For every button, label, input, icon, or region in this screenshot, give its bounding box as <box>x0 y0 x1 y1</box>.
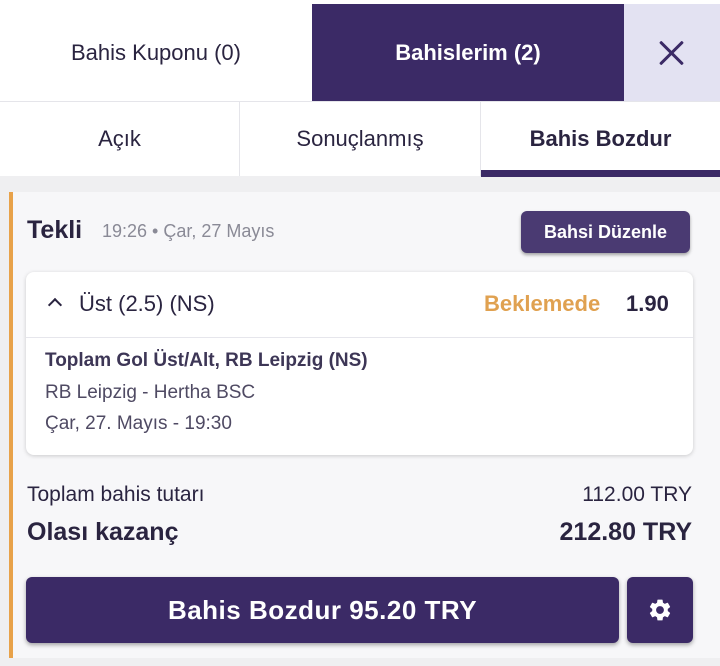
potential-win-value: 212.80 TRY <box>559 518 692 546</box>
bet-selection: Üst (2.5) (NS) Beklemede 1.90 Toplam Gol… <box>26 272 693 455</box>
status-badge: Beklemede <box>484 291 601 316</box>
tab-my-bets[interactable]: Bahislerim (2) <box>312 4 624 101</box>
bet-type: Tekli <box>27 216 83 244</box>
top-tab-bar: Bahis Kuponu (0) Bahislerim (2) <box>0 0 720 101</box>
close-icon <box>658 39 686 67</box>
selection-name: Üst (2.5) (NS) <box>79 291 215 316</box>
selection-match: RB Leipzig - Hertha BSC <box>45 382 256 403</box>
sub-tab-bar: Açık Sonuçlanmış Bahis Bozdur <box>0 101 720 177</box>
cash-out-button[interactable]: Bahis Bozdur 95.20 TRY <box>26 577 619 643</box>
tab-cash-out[interactable]: Bahis Bozdur <box>481 102 720 177</box>
bet-card: Tekli 19:26 • Çar, 27 Mayıs Bahsi Düzenl… <box>9 192 720 658</box>
gear-icon <box>649 599 671 621</box>
total-stake-label: Toplam bahis tutarı <box>27 483 205 506</box>
total-stake-value: 112.00 TRY <box>582 483 692 506</box>
tab-settled[interactable]: Sonuçlanmış <box>240 102 481 176</box>
tab-open[interactable]: Açık <box>0 102 240 176</box>
potential-win-label: Olası kazanç <box>27 518 179 546</box>
selection-odds: 1.90 <box>626 291 669 316</box>
cash-out-settings-button[interactable] <box>627 577 693 643</box>
selection-market: Toplam Gol Üst/Alt, RB Leipzig (NS) <box>45 350 368 371</box>
bet-placed-date: 19:26 • Çar, 27 Mayıs <box>102 221 275 241</box>
selection-datetime: Çar, 27. Mayıs - 19:30 <box>45 413 232 434</box>
tab-bet-slip[interactable]: Bahis Kuponu (0) <box>0 4 312 101</box>
close-button[interactable] <box>624 4 720 101</box>
chevron-up-icon[interactable] <box>47 297 63 313</box>
selection-header[interactable]: Üst (2.5) (NS) Beklemede 1.90 <box>26 272 693 338</box>
edit-bet-button[interactable]: Bahsi Düzenle <box>521 211 690 253</box>
